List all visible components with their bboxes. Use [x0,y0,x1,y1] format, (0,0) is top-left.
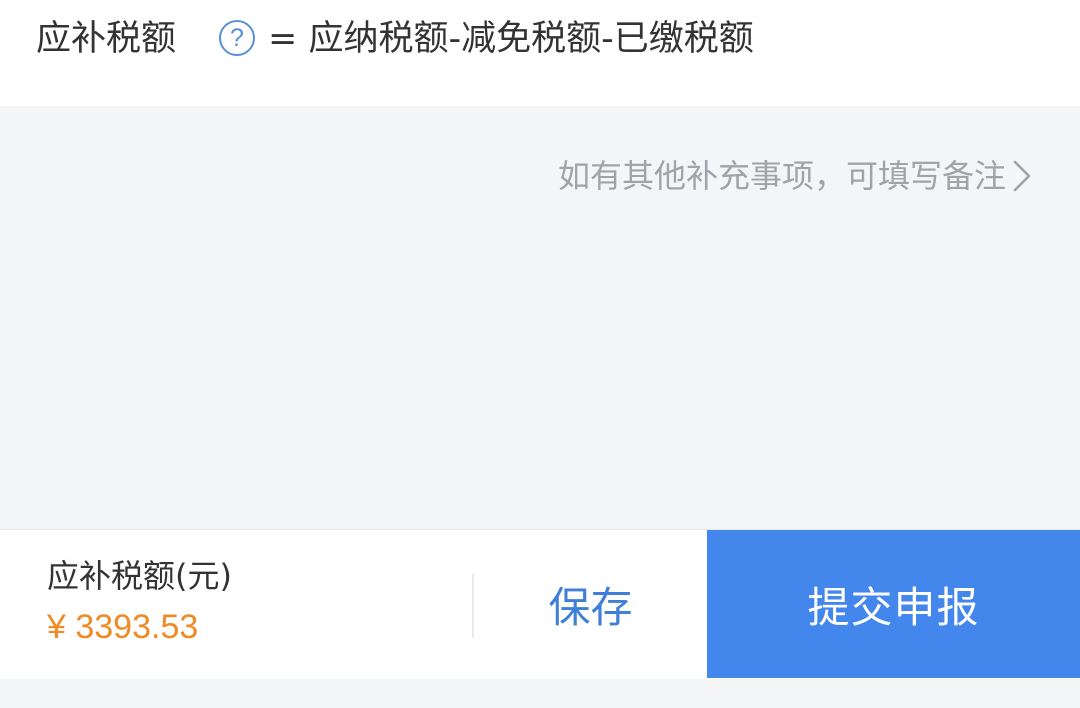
amount-label: 应补税额(元) [47,557,232,595]
save-button[interactable]: 保存 [474,530,707,678]
question-mark-icon[interactable]: ? [219,20,255,56]
formula-expression: = 应纳税额-减免税额-已缴税额 [268,19,754,59]
chevron-right-icon [1013,160,1031,192]
bottom-strip [0,679,1080,708]
bottom-action-bar: 应补税额(元) ¥ 3393.53 保存 提交申报 [0,529,1080,679]
amount-value: ¥ 3393.53 [47,608,199,646]
add-note-label: 如有其他补充事项，可填写备注 [557,157,1006,195]
tax-formula-row: 应补税额 ? = 应纳税额-减免税额-已缴税额 [0,0,1080,106]
formula-title: 应补税额 [36,19,177,59]
submit-declaration-button[interactable]: 提交申报 [707,530,1080,678]
note-area: 如有其他补充事项，可填写备注 [0,106,1080,529]
add-note-link[interactable]: 如有其他补充事项，可填写备注 [558,155,1032,197]
